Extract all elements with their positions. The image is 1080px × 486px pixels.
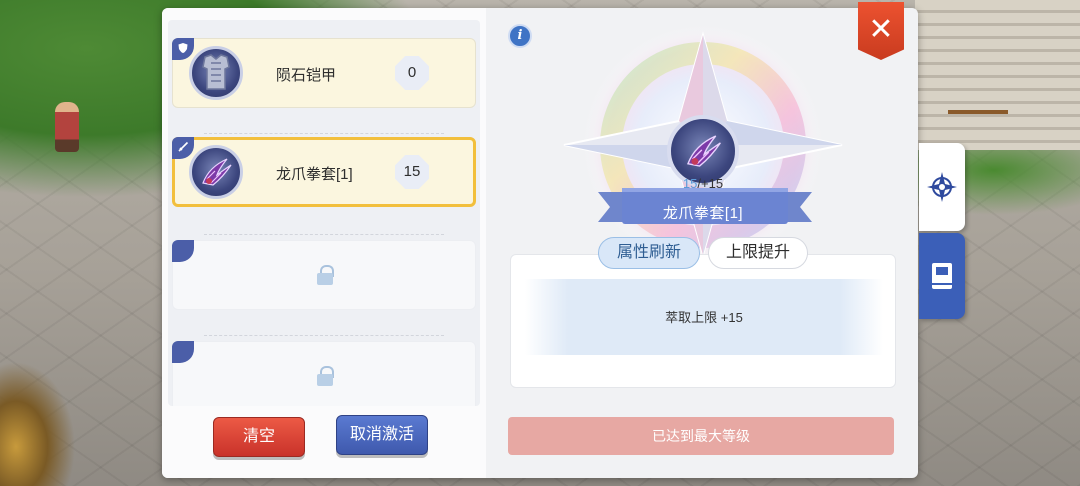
slot-list: 陨石铠甲 0 龙爪拳套[1] 15 [168, 20, 480, 406]
slot-claw-selected[interactable]: 龙爪拳套[1] 15 [172, 137, 476, 207]
slot-armor[interactable]: 陨石铠甲 0 [172, 38, 476, 108]
slot-divider [204, 133, 444, 134]
slot-divider [204, 234, 444, 235]
tab-limit-upgrade[interactable]: 上限提升 [708, 237, 808, 269]
slot-column: 陨石铠甲 0 龙爪拳套[1] 15 清空 取消激活 [162, 8, 486, 478]
player-character[interactable] [55, 102, 79, 152]
slot-item-value: 0 [395, 56, 429, 90]
selected-item-name: 龙爪拳套[1] [662, 205, 744, 222]
max-level-button[interactable]: 已达到最大等级 [508, 417, 894, 455]
sword-tag-icon [172, 137, 194, 159]
attribute-line: 萃取上限 +15 [665, 310, 743, 325]
slot-locked[interactable] [172, 240, 476, 310]
slot-tag-icon [172, 240, 194, 262]
claw-icon [189, 145, 243, 199]
book-icon [932, 263, 952, 289]
slot-item-name: 龙爪拳套[1] [276, 166, 353, 183]
lock-icon [317, 366, 334, 386]
shield-tag-icon [172, 38, 194, 60]
armor-icon [189, 46, 243, 100]
slot-item-value: 15 [395, 155, 429, 189]
detail-column: i 15/+15 龙爪拳套[1] 萃取上限 +15 属性刷新 上限提升 已达到最… [486, 8, 918, 478]
cancel-activation-button[interactable]: 取消激活 [336, 415, 428, 455]
attribute-strip: 萃取上限 +15 [525, 279, 883, 355]
extraction-panel: 陨石铠甲 0 龙爪拳套[1] 15 清空 取消激活 i 15/+15 龙爪拳套[… [162, 8, 918, 478]
clear-button[interactable]: 清空 [213, 417, 305, 457]
attribute-box: 萃取上限 +15 [510, 254, 896, 388]
slot-tag-icon [172, 341, 194, 363]
compass-icon [927, 172, 957, 202]
lock-icon [317, 265, 334, 285]
slot-divider [204, 335, 444, 336]
side-tab-compass[interactable] [919, 143, 965, 231]
slot-item-name: 陨石铠甲 [276, 67, 337, 84]
slot-locked[interactable] [172, 341, 476, 406]
side-tab-book[interactable] [919, 233, 965, 319]
background-ornament [0, 355, 80, 486]
close-button[interactable]: ✕ [858, 2, 904, 60]
tab-attribute-refresh[interactable]: 属性刷新 [598, 237, 700, 269]
